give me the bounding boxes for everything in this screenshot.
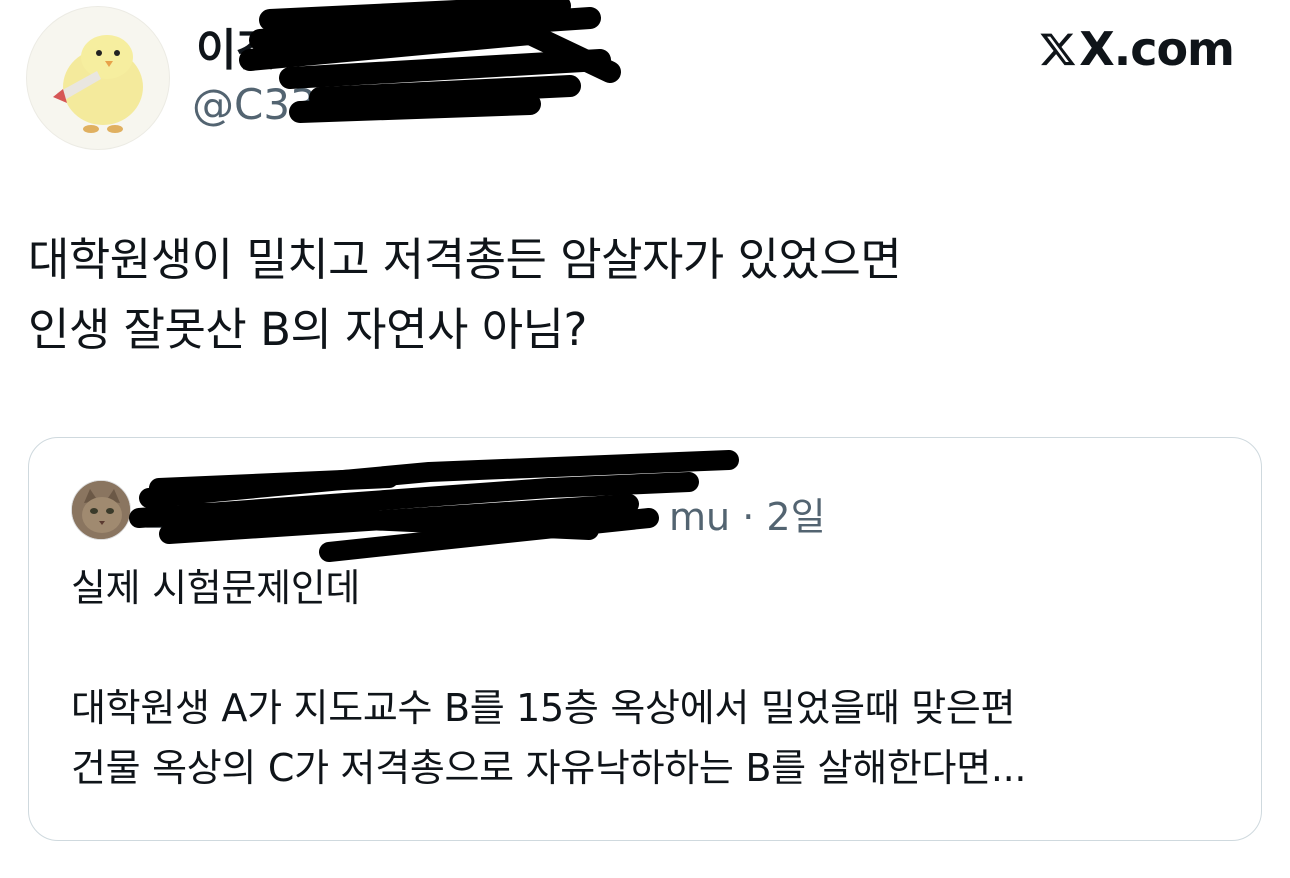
quote-line: 실제 시험문제인데 [71, 566, 361, 610]
tweet-screenshot: 이것 @C33 X.com 대학원생이 밀치고 저격총든 암살자가 있었으면 인… [0, 0, 1290, 878]
x-logo-icon [1040, 33, 1076, 66]
brand-text: X.com [1079, 22, 1235, 76]
chick-icon [53, 35, 143, 133]
quote-handle[interactable]: mu [669, 495, 730, 539]
tweet-text: 대학원생이 밀치고 저격총든 암살자가 있었으면 인생 잘못산 B의 자연사 아… [28, 225, 902, 365]
quoted-tweet-card[interactable]: 호 mu · 2일 실제 시험문제인데 대학원생 A가 지도교수 B를 15층 … [28, 437, 1262, 841]
display-name[interactable]: 이것 [196, 14, 276, 78]
quote-line: 대학원생 A가 지도교수 B를 15층 옥상에서 밀었을때 맞은편 [71, 686, 1016, 730]
tweet-line: 인생 잘못산 B의 자연사 아님? [28, 303, 587, 356]
quote-display-name[interactable]: 호 [145, 484, 180, 539]
quote-meta: mu · 2일 [669, 486, 826, 541]
meta-separator: · [742, 495, 755, 539]
tweet-line: 대학원생이 밀치고 저격총든 암살자가 있었으면 [28, 233, 902, 286]
quote-avatar[interactable] [71, 480, 131, 540]
profile-avatar[interactable] [26, 6, 170, 150]
quote-line [71, 618, 1026, 678]
redaction-scribble [129, 450, 739, 562]
quote-text: 실제 시험문제인데 대학원생 A가 지도교수 B를 15층 옥상에서 밀었을때 … [71, 558, 1027, 798]
cat-icon [72, 481, 130, 539]
brand-logo: X.com [1039, 22, 1235, 76]
user-handle[interactable]: @C33 [192, 80, 317, 129]
quote-line: 건물 옥상의 C가 저격총으로 자유낙하하는 B를 살해한다면... [71, 746, 1027, 790]
quote-timestamp[interactable]: 2일 [766, 495, 825, 539]
